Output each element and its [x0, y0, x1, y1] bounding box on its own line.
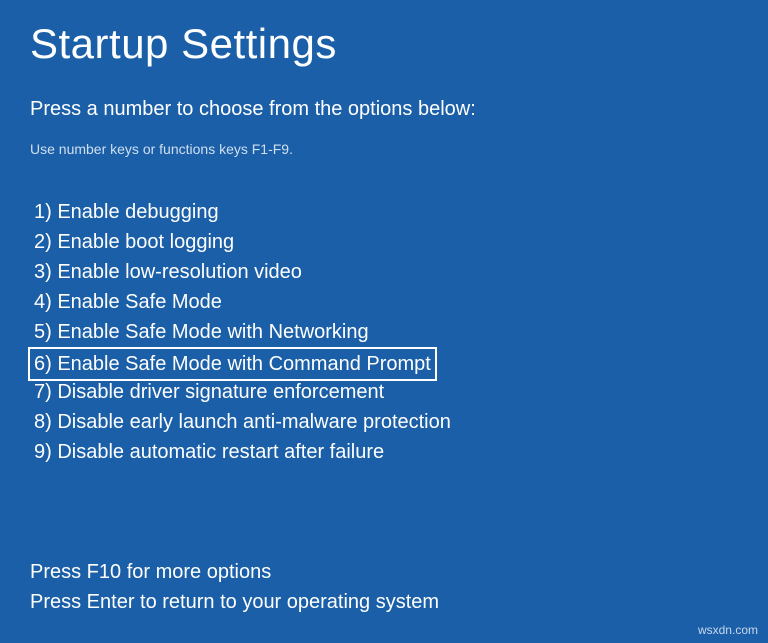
- subtitle-text: Press a number to choose from the option…: [30, 98, 738, 121]
- option-8[interactable]: 8) Disable early launch anti-malware pro…: [30, 407, 455, 437]
- watermark-text: wsxdn.com: [698, 623, 758, 637]
- option-2[interactable]: 2) Enable boot logging: [30, 227, 238, 257]
- hint-text: Use number keys or functions keys F1-F9.: [30, 141, 738, 157]
- page-title: Startup Settings: [30, 20, 738, 68]
- option-9[interactable]: 9) Disable automatic restart after failu…: [30, 437, 388, 467]
- footer-return: Press Enter to return to your operating …: [30, 587, 738, 617]
- option-1[interactable]: 1) Enable debugging: [30, 197, 223, 227]
- option-7[interactable]: 7) Disable driver signature enforcement: [30, 377, 388, 407]
- option-6[interactable]: 6) Enable Safe Mode with Command Prompt: [28, 347, 437, 381]
- footer-more-options: Press F10 for more options: [30, 557, 738, 587]
- option-5[interactable]: 5) Enable Safe Mode with Networking: [30, 317, 373, 347]
- option-4[interactable]: 4) Enable Safe Mode: [30, 287, 226, 317]
- options-list: 1) Enable debugging 2) Enable boot loggi…: [30, 197, 738, 467]
- option-3[interactable]: 3) Enable low-resolution video: [30, 257, 306, 287]
